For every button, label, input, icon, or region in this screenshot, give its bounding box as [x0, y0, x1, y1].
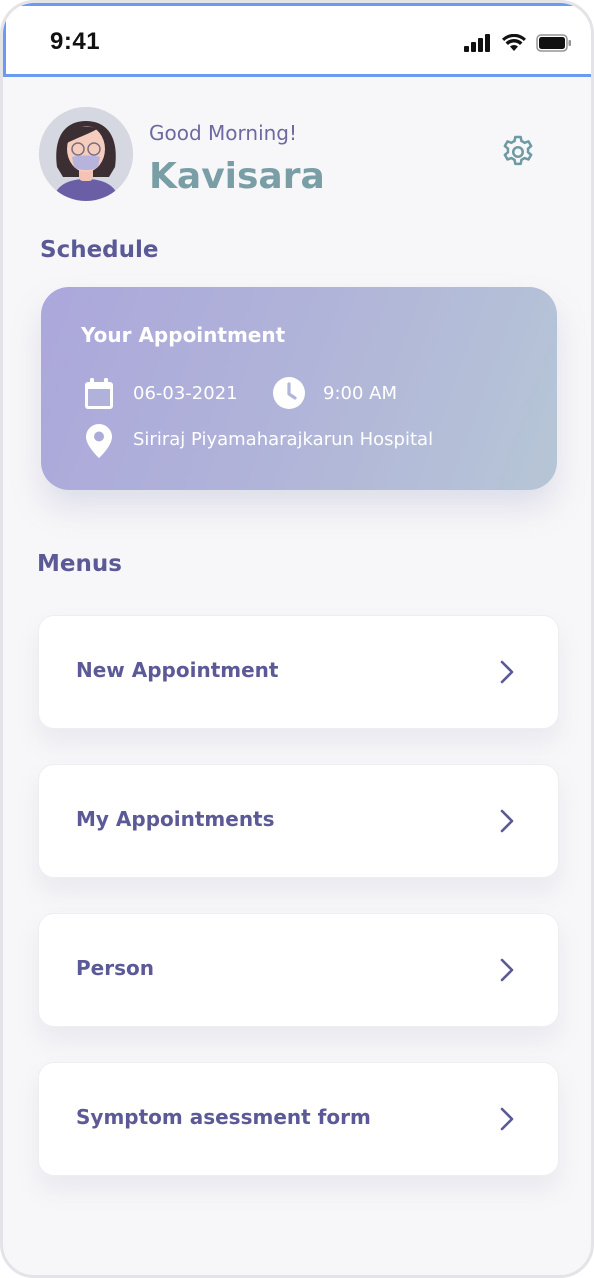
- phone-frame: 9:41 Good Morning! Kavisara Schedule You…: [0, 0, 594, 1278]
- appointment-card[interactable]: Your Appointment 06-03-2021 9:00 AM Siri…: [41, 287, 557, 490]
- menu-item-label: Symptom asessment form: [76, 1105, 371, 1129]
- battery-icon: [536, 34, 572, 52]
- appointment-date: 06-03-2021: [133, 383, 238, 404]
- chevron-right-icon: [500, 660, 514, 688]
- menus-heading: Menus: [37, 551, 122, 577]
- menu-item-new-appointment[interactable]: New Appointment: [38, 615, 559, 729]
- avatar[interactable]: [39, 107, 133, 201]
- appointment-location: Siriraj Piyamaharajkarun Hospital: [133, 429, 434, 450]
- menu-item-label: New Appointment: [76, 658, 279, 682]
- gear-icon: [499, 133, 537, 175]
- settings-button[interactable]: [497, 133, 539, 175]
- status-time: 9:41: [50, 28, 101, 55]
- signal-icon: [464, 34, 492, 52]
- location-pin-icon: [86, 424, 112, 462]
- chevron-right-icon: [500, 958, 514, 986]
- menu-item-my-appointments[interactable]: My Appointments: [38, 764, 559, 878]
- chevron-right-icon: [500, 1107, 514, 1135]
- menu-item-person[interactable]: Person: [38, 913, 559, 1027]
- chevron-right-icon: [500, 809, 514, 837]
- calendar-icon: [84, 378, 114, 414]
- appointment-card-title: Your Appointment: [81, 323, 286, 347]
- menu-item-label: My Appointments: [76, 807, 275, 831]
- schedule-heading: Schedule: [40, 237, 159, 263]
- clock-icon: [273, 377, 305, 413]
- status-icons: [464, 34, 572, 52]
- wifi-icon: [502, 34, 526, 52]
- avatar-illustration: [39, 107, 133, 201]
- username: Kavisara: [149, 156, 325, 197]
- menu-item-symptom-assessment[interactable]: Symptom asessment form: [38, 1062, 559, 1176]
- greeting-text: Good Morning!: [149, 121, 298, 145]
- status-bar: 9:41: [3, 3, 591, 77]
- menu-item-label: Person: [76, 956, 154, 980]
- appointment-time: 9:00 AM: [323, 383, 397, 404]
